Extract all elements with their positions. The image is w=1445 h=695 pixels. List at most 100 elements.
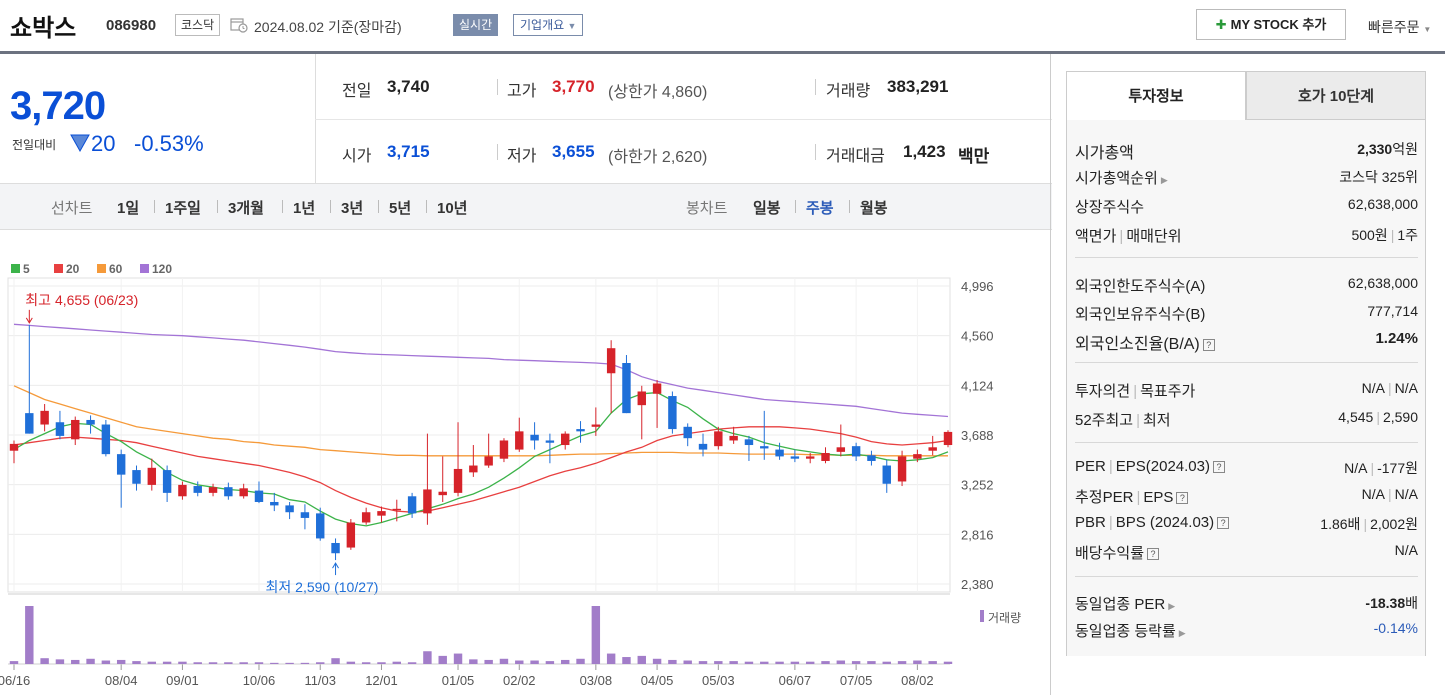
market-cap-rank-label: 시가총액순위 (1075, 170, 1158, 187)
market-cap-value: 2,330억원 (1357, 139, 1418, 159)
pbr-label: PBR (1075, 514, 1106, 531)
tab-order-book[interactable]: 호가 10단계 (1246, 71, 1426, 120)
divider: | (1376, 409, 1380, 425)
high-value: 3,770 (552, 77, 595, 96)
period-3month[interactable]: 3개월 (228, 197, 264, 218)
divider: | (1119, 228, 1124, 245)
volume-bar (637, 655, 646, 664)
open-value: 3,715 (387, 142, 430, 161)
trade-unit-label: 매매단위 (1126, 228, 1182, 245)
help-icon[interactable]: ? (1176, 492, 1189, 504)
volume-bar (9, 661, 19, 664)
market-cap-rank: 코스닥 325위 (1339, 169, 1418, 185)
market-cap-rank-link[interactable]: 시가총액순위 ▶ (1075, 167, 1168, 188)
lower-limit: (하한가 2,620) (608, 149, 708, 166)
candle-body (423, 489, 432, 514)
volume-bar (836, 660, 846, 664)
x-tick-label: 01/05 (442, 673, 475, 688)
divider (217, 200, 218, 213)
x-tick-label: 06/07 (779, 673, 812, 688)
x-tick-label: 11/03 (304, 673, 336, 688)
volume-bar (851, 661, 861, 664)
bps-label: BPS (2024.03) (1115, 514, 1215, 531)
volume-value: 383,291 (887, 77, 949, 96)
volume-bar (729, 661, 738, 664)
volume-bar (576, 658, 585, 664)
candle-body (285, 505, 294, 513)
add-mystock-button[interactable]: ✚ MY STOCK 추가 (1196, 9, 1346, 40)
candle-daily[interactable]: 일봉 (753, 197, 781, 218)
candle-body (55, 422, 65, 436)
volume-bar (361, 662, 371, 664)
amount-unit: 백만 (958, 147, 990, 166)
help-icon[interactable]: ? (1217, 517, 1230, 529)
volume-bar (821, 661, 830, 664)
volume-bar (897, 661, 907, 664)
period-10year[interactable]: 10년 (437, 197, 468, 218)
est-eps-value: N/A (1394, 486, 1418, 502)
volume-bar (438, 655, 447, 664)
week52-low: 2,590 (1382, 409, 1418, 425)
period-1year[interactable]: 1년 (293, 197, 315, 218)
candle-body (637, 391, 646, 406)
period-1day[interactable]: 1일 (117, 197, 139, 218)
trade-unit: 1주 (1397, 227, 1418, 243)
divider (426, 200, 427, 213)
candle-body (515, 431, 524, 450)
help-icon[interactable]: ? (1212, 461, 1225, 473)
candle-body (882, 465, 891, 484)
period-1week[interactable]: 1주일 (165, 197, 201, 218)
stock-name: 쇼박스 (10, 15, 77, 42)
period-5year[interactable]: 5년 (389, 197, 411, 218)
candle-body (897, 456, 907, 482)
volume-bar (270, 662, 279, 664)
industry-per-label: 동일업종 PER (1075, 596, 1166, 613)
candle-body (790, 456, 800, 459)
volume-bar (805, 661, 815, 664)
volume-bar (116, 659, 126, 664)
volume-bar (377, 662, 386, 664)
volume-bar (25, 606, 34, 664)
candle-body (178, 484, 187, 497)
volume-bar (239, 662, 248, 664)
divider: | (1108, 514, 1113, 531)
realtime-button[interactable]: 실시간 (453, 14, 499, 36)
divider (1050, 54, 1051, 695)
candle-body (821, 452, 830, 461)
foreign-hold-label: 외국인보유주식수(B) (1075, 306, 1206, 323)
industry-rate-link[interactable]: 동일업종 등락률 ▶ (1075, 620, 1186, 641)
calendar-clock-icon (230, 18, 248, 33)
candle-body (71, 419, 80, 440)
volume-bar (55, 659, 65, 664)
divider (282, 200, 283, 213)
candle-body (867, 455, 876, 461)
legend-swatch (11, 264, 20, 273)
candle-body (606, 348, 616, 374)
divider (497, 79, 498, 95)
volume-bar (928, 661, 937, 664)
candle-weekly[interactable]: 주봉 (806, 197, 834, 218)
x-tick-label: 04/05 (641, 673, 674, 688)
face-value-labels: 액면가 | 매매단위 (1075, 225, 1182, 246)
help-icon[interactable]: ? (1147, 548, 1160, 560)
help-icon[interactable]: ? (1202, 339, 1215, 351)
divider (154, 200, 155, 213)
candle-monthly[interactable]: 월봉 (860, 197, 888, 218)
volume-bar (132, 661, 141, 664)
quick-order-button[interactable]: 빠른주문 ▼ (1368, 17, 1431, 37)
period-3year[interactable]: 3년 (341, 197, 363, 218)
tab-investment-info[interactable]: 투자정보 (1066, 71, 1246, 120)
company-overview-dropdown[interactable]: 기업개요 ▼ (513, 14, 584, 36)
weekly-candle-chart[interactable]: 4,996 4,560 4,124 3,688 3,252 2,816 2,380 06/16… (0, 254, 1050, 695)
candle-body (25, 413, 34, 434)
x-tick-label: 07/05 (840, 673, 873, 688)
divider: | (1363, 516, 1368, 532)
volume-bar (453, 653, 463, 664)
week52-low-label: 최저 (1143, 412, 1171, 429)
upper-limit: (상한가 4,860) (608, 84, 708, 101)
prev-compare-label: 전일대비 (12, 138, 57, 152)
y-tick-label: 4,124 (961, 378, 994, 393)
x-tick-label: 08/04 (105, 673, 138, 688)
industry-per-link[interactable]: 동일업종 PER ▶ (1075, 593, 1175, 614)
dividend-row: 배당수익률? N/A (1075, 542, 1418, 568)
